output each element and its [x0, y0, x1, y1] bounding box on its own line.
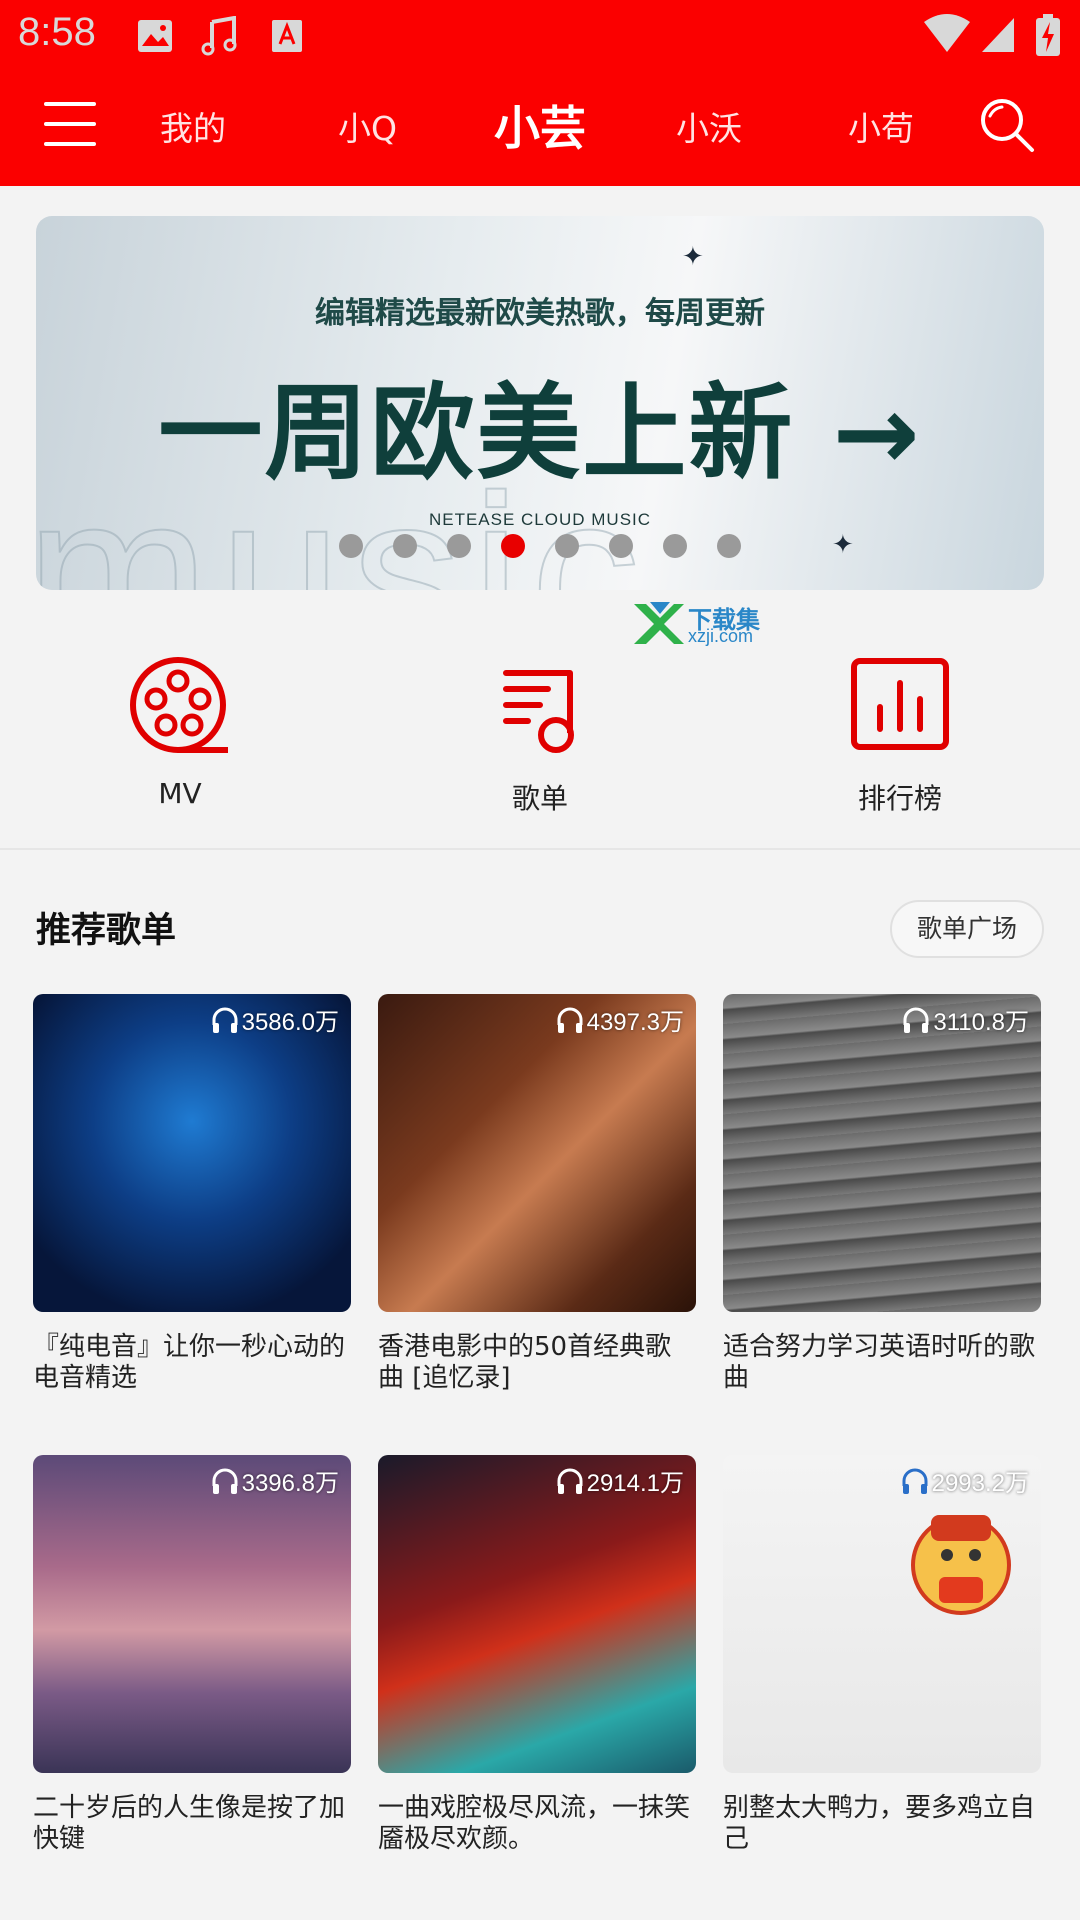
- banner-headline: 一周欧美上新 →: [158, 372, 922, 494]
- quick-entry-label: 歌单: [511, 782, 568, 815]
- playlist-title: 『纯电音』让你一秒心动的电音精选: [33, 1332, 346, 1393]
- playlist-title: 一曲戏腔极尽风流，一抹笑靥极尽欢颜。: [378, 1793, 691, 1854]
- play-count: 3110.8万: [901, 1002, 1029, 1037]
- playlist-cover: 2993.2万: [723, 1455, 1041, 1773]
- playlist-card[interactable]: 3586.0万 『纯电音』让你一秒心动的电音精选: [33, 994, 351, 1394]
- playlist-square-button[interactable]: 歌单广场: [890, 900, 1044, 958]
- playlist-cover: 3586.0万: [33, 994, 351, 1312]
- carousel-dot[interactable]: [609, 534, 633, 558]
- carousel-dot[interactable]: [339, 534, 363, 558]
- banner-carousel[interactable]: music ✦ ✦ 编辑精选最新欧美热歌，每周更新 一周欧美上新 → NETEA…: [36, 216, 1044, 590]
- banner-subtitle: 编辑精选最新欧美热歌，每周更新: [315, 296, 765, 331]
- carousel-indicator: [36, 534, 1044, 558]
- carousel-dot[interactable]: [717, 534, 741, 558]
- wifi-icon: [924, 14, 970, 52]
- carousel-dot[interactable]: [393, 534, 417, 558]
- watermark-url: xzji.com: [688, 626, 754, 646]
- bar-chart-icon: [851, 658, 949, 750]
- sparkle-icon: ✦: [682, 242, 704, 272]
- app-header: 8:58 我的 小Q 小芸 小沃 小苟: [0, 0, 1080, 186]
- film-reel-icon: [130, 657, 228, 753]
- carousel-dot[interactable]: [663, 534, 687, 558]
- playlist-title: 二十岁后的人生像是按了加快键: [33, 1793, 346, 1854]
- section-divider: [0, 848, 1080, 850]
- quick-entry-mv[interactable]: MV: [80, 650, 280, 820]
- carousel-dot[interactable]: [447, 534, 471, 558]
- quick-entry-playlist[interactable]: 歌单: [440, 650, 640, 820]
- music-notification-icon: [201, 16, 237, 56]
- playlist-music-icon: [503, 670, 574, 753]
- playlist-title: 别整太大鸭力，要多鸡立自己: [723, 1793, 1036, 1854]
- banner-brand: NETEASE CLOUD MUSIC: [428, 510, 652, 529]
- status-time: 8:58: [18, 10, 96, 54]
- headphones-icon: [212, 1007, 238, 1033]
- playlist-cover: 3396.8万: [33, 1455, 351, 1773]
- pdf-notification-icon: [272, 20, 302, 52]
- playlist-title: 适合努力学习英语时听的歌曲: [723, 1332, 1036, 1393]
- search-icon[interactable]: [976, 94, 1036, 154]
- section-title: 推荐歌单: [36, 911, 177, 951]
- playlist-cover: 2914.1万: [378, 1455, 696, 1773]
- playlist-card[interactable]: 4397.3万 香港电影中的50首经典歌曲 [追忆录]: [378, 994, 696, 1394]
- headphones-icon: [212, 1468, 238, 1494]
- playlist-card[interactable]: 3396.8万 二十岁后的人生像是按了加快键: [33, 1455, 351, 1855]
- play-count: 4397.3万: [555, 1002, 684, 1037]
- play-count: 3396.8万: [210, 1463, 339, 1498]
- status-bar: 8:58: [0, 0, 1080, 74]
- tab-xiaogou[interactable]: 小苟: [848, 102, 914, 150]
- playlist-card[interactable]: 3110.8万 适合努力学习英语时听的歌曲: [723, 994, 1041, 1394]
- playlist-cover: 3110.8万: [723, 994, 1041, 1312]
- gallery-notification-icon: [138, 20, 172, 52]
- tab-mine[interactable]: 我的: [160, 102, 226, 150]
- playlist-cover: 4397.3万: [378, 994, 696, 1312]
- headphones-icon: [903, 1007, 929, 1033]
- lucky-draw-mascot-icon[interactable]: [891, 1485, 1041, 1635]
- quick-entry-charts[interactable]: 排行榜: [800, 650, 1000, 820]
- cell-signal-icon: [982, 18, 1014, 52]
- playlist-title: 香港电影中的50首经典歌曲 [追忆录]: [378, 1332, 672, 1393]
- tab-xiaoyun[interactable]: 小芸: [494, 92, 586, 158]
- play-count: 2914.1万: [555, 1463, 684, 1498]
- quick-entries: MV 歌单 排行榜: [0, 650, 1080, 850]
- battery-charging-icon: [1036, 14, 1060, 56]
- menu-button[interactable]: [44, 102, 96, 148]
- tab-xiaoq[interactable]: 小Q: [338, 102, 397, 150]
- carousel-dot-active[interactable]: [501, 534, 525, 558]
- play-count: 3586.0万: [210, 1002, 339, 1037]
- tab-xiaowo[interactable]: 小沃: [676, 102, 742, 150]
- watermark: 下载集 xzji.com: [630, 600, 770, 650]
- playlist-card[interactable]: 2914.1万 一曲戏腔极尽风流，一抹笑靥极尽欢颜。: [378, 1455, 696, 1855]
- watermark-logo-icon: [634, 602, 684, 644]
- carousel-dot[interactable]: [555, 534, 579, 558]
- top-nav: 我的 小Q 小芸 小沃 小苟: [0, 84, 1080, 174]
- headphones-icon: [557, 1007, 583, 1033]
- headphones-icon: [557, 1468, 583, 1494]
- quick-entry-label: MV: [158, 777, 202, 810]
- hamburger-icon: [44, 102, 96, 106]
- quick-entry-label: 排行榜: [857, 782, 942, 815]
- playlist-card[interactable]: 2993.2万 别整太大鸭力，要多鸡立自己: [723, 1455, 1041, 1855]
